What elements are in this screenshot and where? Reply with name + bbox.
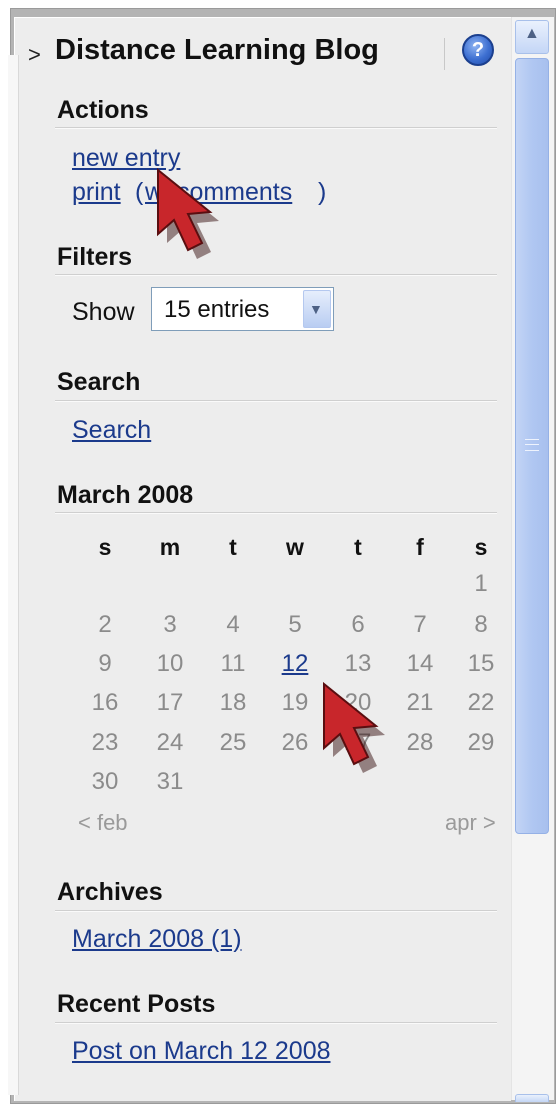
show-label: Show: [72, 298, 135, 326]
calendar-next-month[interactable]: apr >: [445, 810, 496, 836]
calendar-day: 25: [219, 729, 247, 756]
help-icon[interactable]: ?: [462, 34, 494, 66]
panel-inner-edge: [8, 55, 19, 1095]
calendar-weekday-header: t: [354, 534, 362, 560]
archives-divider: [55, 910, 497, 912]
calendar-day: 16: [91, 689, 119, 716]
recent-posts-divider: [55, 1022, 497, 1024]
calendar-day: 13: [344, 650, 372, 677]
filters-heading: Filters: [57, 243, 133, 271]
calendar-day: 6: [351, 611, 365, 638]
dropdown-button[interactable]: ▼: [303, 290, 331, 328]
calendar-day: 7: [413, 611, 427, 638]
calendar-day: 11: [220, 650, 246, 677]
calendar-day: 22: [467, 689, 495, 716]
calendar-day: 18: [219, 689, 247, 716]
calendar-day: 29: [467, 729, 495, 756]
recent-post-link[interactable]: Post on March 12 2008: [72, 1037, 331, 1066]
search-link[interactable]: Search: [72, 416, 151, 445]
calendar-day: 24: [156, 729, 184, 756]
calendar-day-link[interactable]: 12: [275, 650, 315, 678]
mouse-cursor-icon: [157, 168, 219, 259]
scroll-up-button[interactable]: ▲: [515, 20, 549, 54]
calendar-day: 15: [467, 650, 495, 677]
calendar-day: 14: [406, 650, 434, 677]
scroll-grip: [525, 439, 539, 451]
calendar-day: 2: [98, 611, 112, 638]
calendar-day: 10: [156, 650, 184, 677]
calendar-day: 23: [91, 729, 119, 756]
search-heading: Search: [57, 368, 141, 396]
print-link[interactable]: print: [72, 178, 121, 207]
entries-per-page-select[interactable]: 15 entries ▼: [151, 287, 334, 331]
panel-title: Distance Learning Blog: [55, 34, 379, 66]
calendar-weekday-header: m: [159, 534, 181, 560]
calendar-weekday-header: t: [229, 534, 237, 560]
calendar-month-heading: March 2008: [57, 481, 194, 509]
scroll-thumb[interactable]: [515, 58, 549, 834]
scroll-down-button[interactable]: [515, 1094, 549, 1102]
calendar-day: 30: [91, 768, 119, 795]
entries-selected-value: 15 entries: [164, 296, 270, 323]
calendar-day: 21: [406, 689, 434, 716]
calendar-divider: [55, 512, 497, 514]
calendar-day: 31: [156, 768, 184, 795]
calendar-day: 17: [156, 689, 184, 716]
archive-march-2008-link[interactable]: March 2008 (1): [72, 925, 242, 954]
print-paren-close: ): [318, 178, 327, 206]
calendar-day: 28: [406, 729, 434, 756]
calendar-weekday-header: w: [286, 534, 304, 560]
calendar-day: 4: [226, 611, 240, 638]
calendar-day: 1: [474, 570, 488, 597]
header-divider: [444, 38, 445, 70]
calendar-day: 9: [98, 650, 112, 677]
calendar-day: 26: [281, 729, 309, 756]
actions-heading: Actions: [57, 96, 149, 124]
calendar-weekday-header: s: [474, 534, 488, 560]
filters-divider: [55, 274, 497, 276]
search-divider: [55, 400, 497, 402]
calendar-day: 19: [281, 689, 309, 716]
calendar-day: 8: [474, 611, 488, 638]
calendar-weekday-header: s: [98, 534, 112, 560]
chevron-down-icon: ▼: [309, 301, 323, 317]
recent-posts-heading: Recent Posts: [57, 990, 216, 1018]
scroll-up-arrow-icon: ▲: [524, 25, 540, 42]
calendar-prev-month[interactable]: < feb: [78, 810, 128, 836]
mouse-cursor-icon: [323, 682, 385, 773]
calendar-day: 5: [288, 611, 302, 638]
archives-heading: Archives: [57, 878, 163, 906]
expand-arrow-icon[interactable]: >: [28, 42, 41, 68]
actions-divider: [55, 127, 497, 129]
calendar-weekday-header: f: [416, 534, 424, 560]
calendar-day: 3: [163, 611, 177, 638]
print-paren-open: (: [135, 178, 144, 206]
